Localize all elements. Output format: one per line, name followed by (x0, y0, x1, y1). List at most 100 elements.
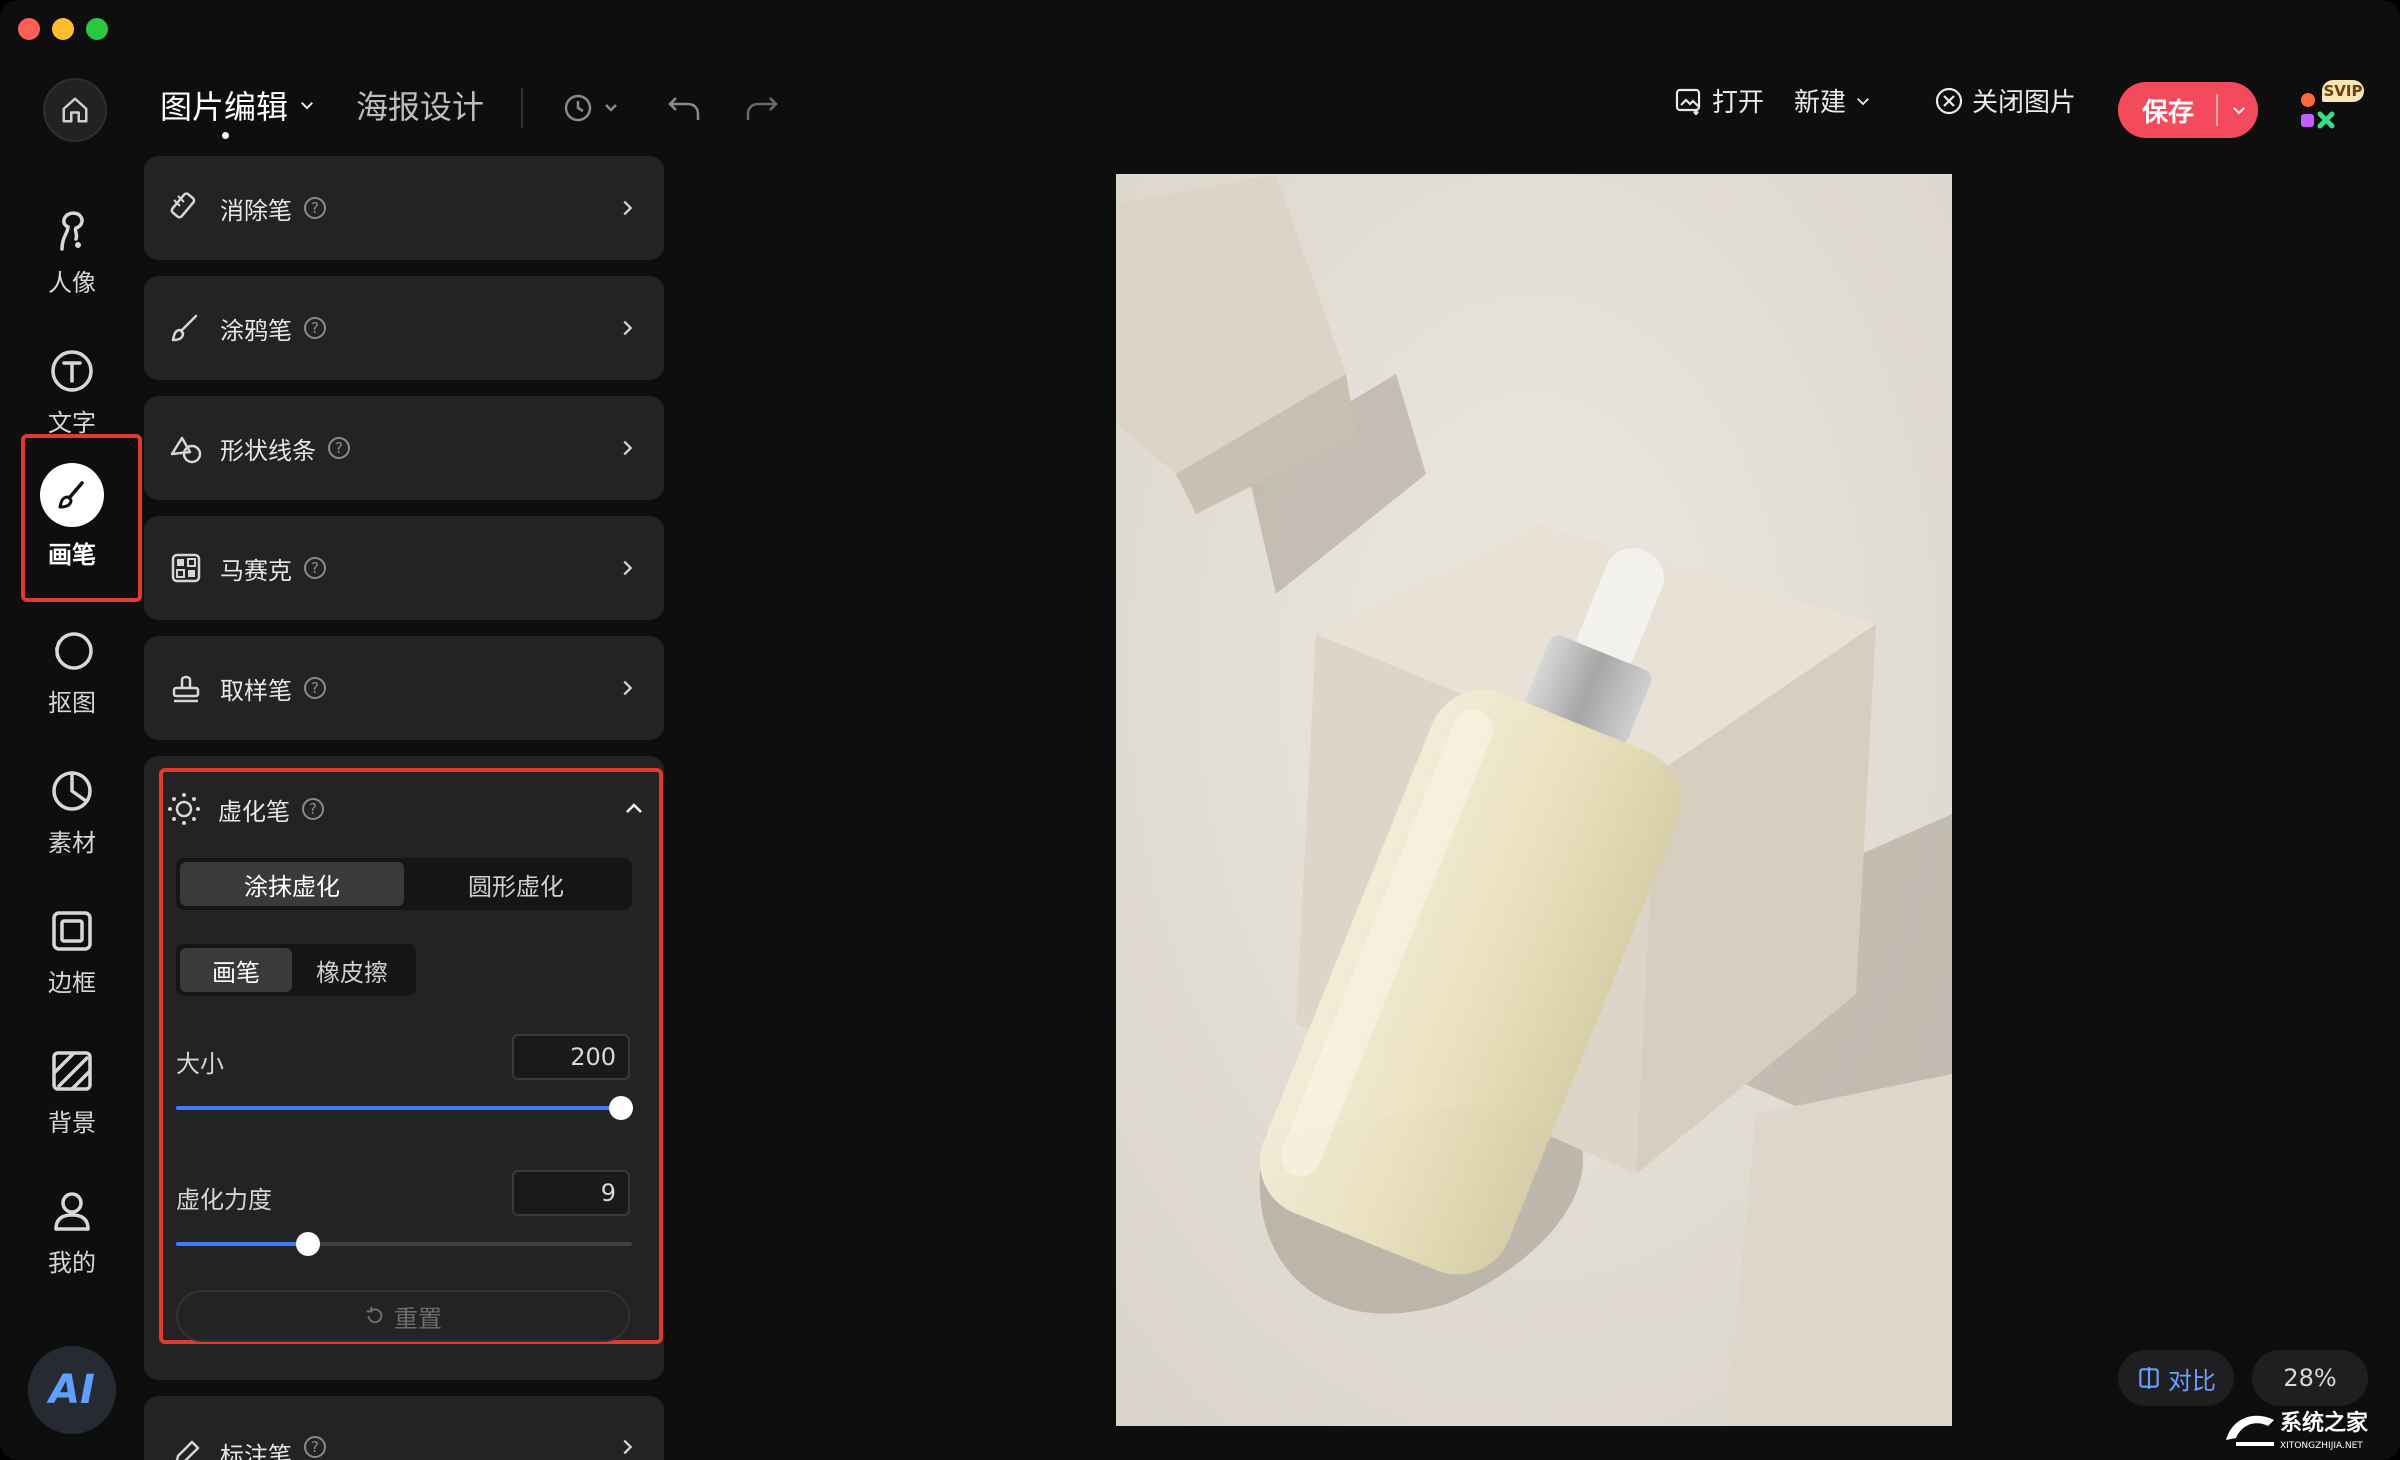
help-icon[interactable]: ? (328, 437, 350, 459)
open-button[interactable]: 打开 (1674, 82, 1764, 119)
save-button[interactable]: 保存 (2118, 82, 2258, 138)
tool-label: 形状线条 (220, 436, 316, 465)
rail-item-portrait[interactable]: 人像 (22, 192, 122, 312)
text-icon (51, 349, 93, 392)
help-icon[interactable]: ? (304, 1436, 326, 1458)
chevron-right-icon (623, 1439, 633, 1455)
home-button[interactable] (43, 78, 107, 142)
rail-item-user[interactable]: 我的 (22, 1172, 122, 1292)
blur-pen-title: 虚化笔 (218, 797, 290, 826)
save-label: 保存 (2142, 97, 2195, 128)
rail-label: 人像 (48, 268, 96, 297)
stamp-icon (172, 675, 200, 703)
user-icon (54, 1191, 90, 1231)
tab-image-edit[interactable]: 图片编辑 (160, 82, 316, 139)
help-icon[interactable]: ? (304, 197, 326, 219)
strength-label: 虚化力度 (176, 1186, 272, 1214)
help-icon[interactable]: ? (302, 798, 324, 820)
rail-item-frame[interactable]: 边框 (22, 892, 122, 1012)
mode-circle-blur[interactable]: 圆形虚化 (404, 862, 628, 906)
compare-label: 对比 (2168, 1366, 2216, 1395)
maximize-window-button[interactable] (86, 18, 108, 40)
toolbar-divider (521, 88, 523, 128)
tool-brush[interactable]: 画笔 (180, 948, 292, 992)
chevron-right-icon (623, 200, 633, 216)
redo-icon[interactable] (742, 88, 782, 128)
close-circle-icon (1935, 87, 1963, 114)
canvas-image[interactable] (1116, 174, 1952, 1426)
rail-item-material[interactable]: 素材 (22, 752, 122, 872)
tool-shape-lines[interactable]: 形状线条 ? (144, 396, 664, 500)
size-slider-thumb[interactable] (608, 1096, 633, 1120)
chevron-right-icon (623, 560, 633, 576)
save-divider (2216, 94, 2218, 126)
chevron-right-icon (623, 680, 633, 696)
tool-annotate-pen[interactable]: 标注笔 ? (144, 1396, 664, 1460)
help-icon[interactable]: ? (304, 677, 326, 699)
svip-apps-button[interactable]: SVIP (2298, 80, 2368, 136)
ai-label: AI (49, 1367, 95, 1413)
new-button[interactable]: 新建 (1794, 82, 1872, 119)
undo-icon[interactable] (664, 88, 704, 128)
svip-badge: SVIP (2322, 80, 2364, 102)
watermark-logo: 系统之家 XITONGZHIJIA.NET (2226, 1410, 2369, 1451)
tool-label: 取样笔 (220, 676, 292, 705)
background-icon (52, 1050, 92, 1091)
tab-poster-design[interactable]: 海报设计 (356, 82, 484, 128)
app-window: 人像 文字 画笔 抠图 素材 边框 背景 我的 AI 图片编辑 海报设计 打开 … (0, 0, 2400, 1460)
material-icon (52, 770, 92, 811)
tool-eraser[interactable]: 橡皮擦 (292, 948, 412, 992)
chevron-up-icon[interactable] (622, 797, 646, 821)
frame-icon (52, 910, 92, 951)
minimize-window-button[interactable] (52, 18, 74, 40)
strength-input[interactable]: 9 (512, 1170, 630, 1216)
strength-slider[interactable] (176, 1232, 632, 1256)
close-label: 关闭图片 (1972, 88, 2077, 118)
rail-label: 抠图 (48, 688, 96, 717)
close-image-button[interactable]: 关闭图片 (1934, 82, 2076, 119)
help-icon[interactable]: ? (304, 557, 326, 579)
reset-icon (366, 1306, 383, 1324)
watermark-line1: 系统之家 (2280, 1410, 2369, 1436)
tab-label: 图片编辑 (160, 88, 289, 126)
rail-label: 边框 (48, 968, 96, 997)
tool-label: 标注笔 (220, 1442, 292, 1460)
tool-label: 涂鸦笔 (220, 316, 292, 345)
zoom-label: 28% (2283, 1364, 2337, 1392)
open-image-icon (1675, 88, 1701, 115)
tool-doodle-pen[interactable]: 涂鸦笔 ? (144, 276, 664, 380)
top-tabs: 图片编辑 海报设计 (160, 82, 484, 139)
compare-button[interactable]: 对比 (2118, 1350, 2234, 1406)
brush-icon (58, 480, 84, 508)
rail-label: 文字 (48, 408, 96, 437)
annotate-pen-icon (175, 1440, 200, 1460)
history-icon[interactable] (560, 88, 630, 128)
site-watermark: 系统之家 XITONGZHIJIA.NET (2222, 1400, 2392, 1456)
zoom-level[interactable]: 28% (2252, 1350, 2368, 1406)
cutout-icon (55, 631, 93, 670)
size-input[interactable]: 200 (512, 1034, 630, 1080)
rail-item-background[interactable]: 背景 (22, 1032, 122, 1152)
chevron-right-icon (623, 440, 633, 456)
blur-tool-switch: 画笔 橡皮擦 (176, 944, 416, 996)
mode-smear-blur[interactable]: 涂抹虚化 (180, 862, 404, 906)
rail-label: 背景 (48, 1108, 96, 1137)
chevron-right-icon (623, 320, 633, 336)
portrait-icon (60, 210, 84, 251)
chevron-down-icon (1857, 97, 1869, 105)
blur-pen-icon (168, 793, 200, 825)
blur-pen-header[interactable]: 虚化笔 ? (166, 784, 646, 834)
reset-button[interactable]: 重置 (176, 1290, 630, 1342)
save-dropdown-icon[interactable] (2230, 101, 2248, 119)
close-window-button[interactable] (18, 18, 40, 40)
rail-item-cutout[interactable]: 抠图 (22, 612, 122, 732)
tool-sample-pen[interactable]: 取样笔 ? (144, 636, 664, 740)
tool-mosaic[interactable]: 马赛克 ? (144, 516, 664, 620)
tool-eraser-pen[interactable]: 消除笔 ? (144, 156, 664, 260)
ai-button[interactable]: AI (28, 1346, 116, 1434)
rail-label: 画笔 (48, 540, 96, 569)
help-icon[interactable]: ? (304, 317, 326, 339)
rail-item-brush[interactable]: 画笔 (22, 456, 122, 576)
size-slider[interactable] (176, 1096, 633, 1120)
blur-mode-switch: 涂抹虚化 圆形虚化 (176, 858, 632, 910)
